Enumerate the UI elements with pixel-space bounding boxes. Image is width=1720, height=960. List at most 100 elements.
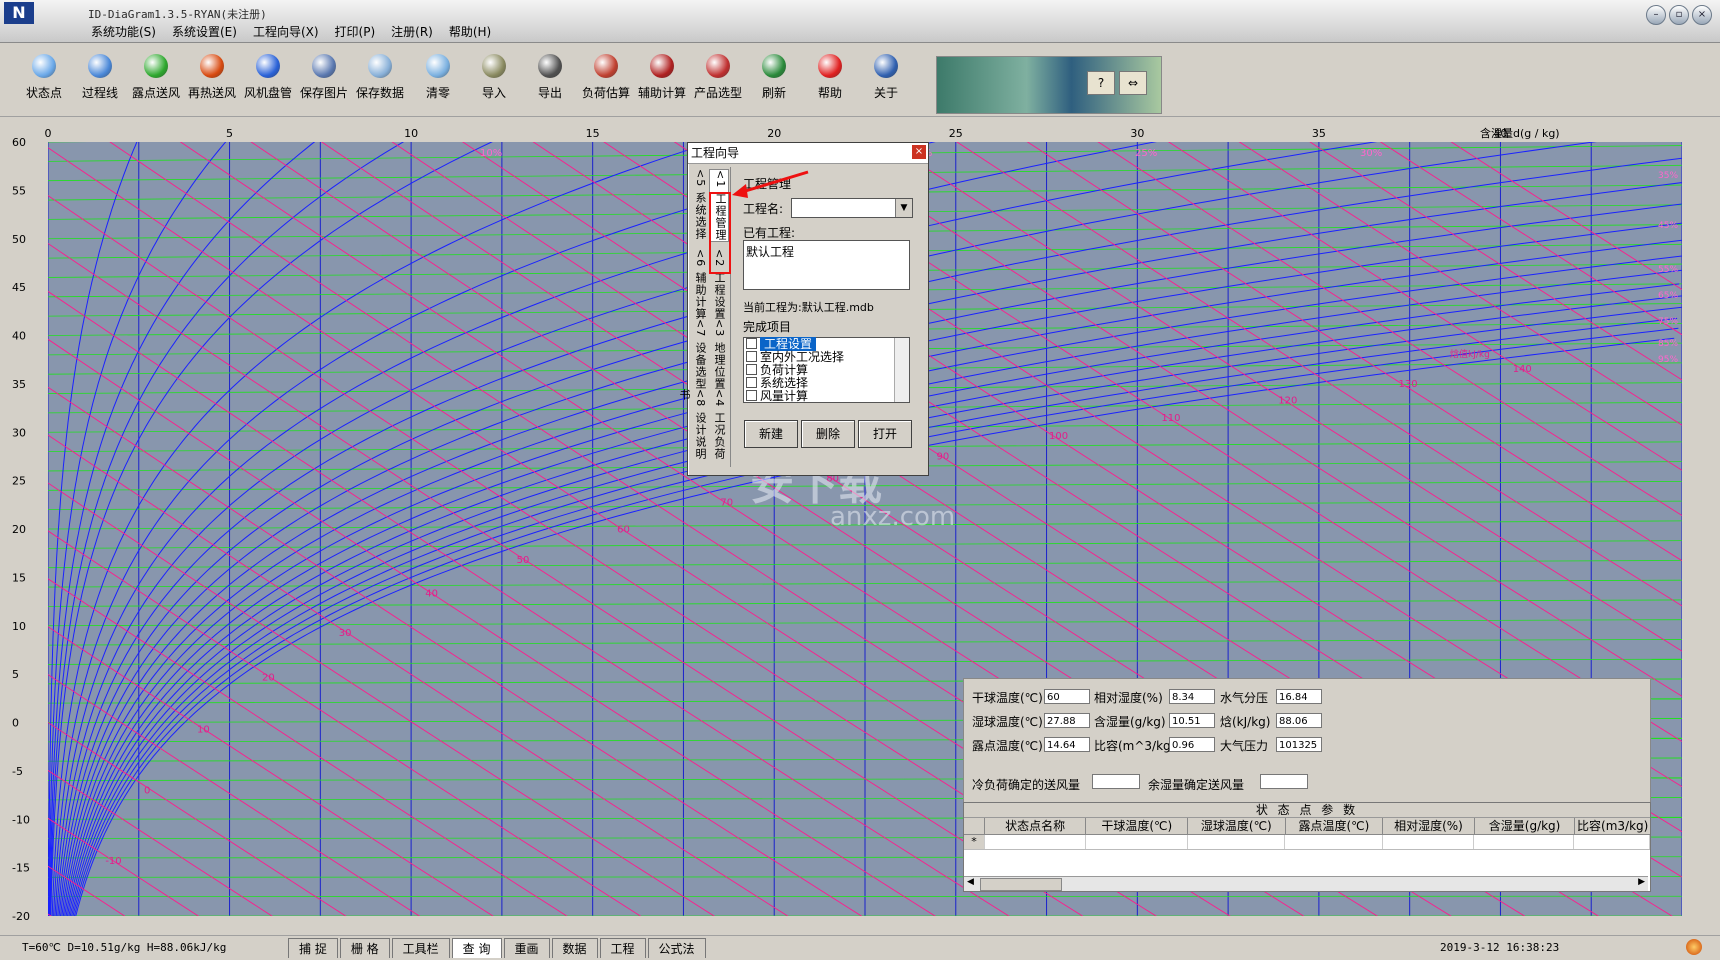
scroll-right-icon[interactable]: ▶ — [1638, 877, 1645, 887]
checkbox[interactable] — [746, 338, 757, 349]
cool-load-air-field[interactable] — [1092, 774, 1140, 789]
close-button[interactable]: × — [1692, 5, 1712, 25]
tab-formula[interactable]: 公式法 — [648, 938, 706, 958]
col-specific-volume[interactable]: 比容(m3/kg) — [1575, 818, 1650, 834]
checkbox[interactable] — [746, 364, 757, 375]
tab-grid[interactable]: 栅 格 — [340, 938, 390, 958]
state-point-table[interactable]: 状 态 点 参 数 状态点名称 干球温度(℃) 湿球温度(℃) 露点温度(℃) … — [963, 802, 1651, 892]
col-rh[interactable]: 相对湿度(%) — [1383, 818, 1475, 834]
tray-icon[interactable] — [1686, 939, 1702, 955]
existing-projects-list[interactable]: 默认工程 — [743, 240, 910, 290]
atm-pressure-field[interactable]: 101325 — [1276, 737, 1322, 752]
menu-print[interactable]: 打印(P) — [332, 23, 379, 40]
col-moisture[interactable]: 含湿量(g/kg) — [1475, 818, 1576, 834]
minimize-button[interactable]: – — [1646, 5, 1666, 25]
col-dew-point[interactable]: 露点温度(℃) — [1286, 818, 1384, 834]
x-axis-label: 含湿量d(g / kg) — [1480, 126, 1560, 140]
menu-wizard[interactable]: 工程向导(X) — [250, 23, 322, 40]
moist-air-field[interactable] — [1260, 774, 1308, 789]
refresh-icon — [762, 54, 786, 78]
toolbar-button-save-data[interactable]: 保存数据 — [352, 54, 408, 101]
table-row[interactable]: * — [964, 835, 1650, 850]
y-tick-label: -15 — [12, 862, 30, 875]
app-logo-icon[interactable]: N — [4, 2, 34, 24]
menu-system[interactable]: 系统功能(S) — [88, 23, 159, 40]
enthalpy-label: -10 — [105, 856, 121, 867]
list-item[interactable]: 风量计算 — [744, 390, 909, 403]
tab-snap[interactable]: 捕 捉 — [288, 938, 338, 958]
enthalpy-axis-label: 焓值kJ/kg — [1450, 348, 1490, 360]
tab-redraw[interactable]: 重画 — [504, 938, 550, 958]
dialog-title-bar: 工程向导 × — [688, 143, 928, 164]
moisture-field[interactable]: 10.51 — [1169, 713, 1215, 728]
enthalpy-label: 130 — [1399, 379, 1418, 390]
tab-toolbar[interactable]: 工具栏 — [392, 938, 450, 958]
enthalpy-label: 50 — [517, 555, 530, 566]
wet-bulb-field[interactable]: 27.88 — [1044, 713, 1090, 728]
toolbar-button-load-estimate[interactable]: 负荷估算 — [578, 54, 634, 101]
tab-project[interactable]: 工程 — [600, 938, 646, 958]
tab-aux-calc[interactable]: <6 辅助计算 — [690, 249, 708, 320]
help-icon — [818, 54, 842, 78]
restore-button[interactable]: ▫ — [1669, 5, 1689, 25]
menu-settings[interactable]: 系统设置(E) — [169, 23, 240, 40]
aux-calc-icon — [650, 54, 674, 78]
enthalpy-field[interactable]: 88.06 — [1276, 713, 1322, 728]
checkbox[interactable] — [746, 390, 757, 401]
dry-bulb-line — [48, 126, 1682, 142]
toolbar-button-process-line[interactable]: 过程线 — [72, 54, 128, 101]
tab-equipment-select[interactable]: <7 设备选型 — [690, 319, 708, 390]
tab-query[interactable]: 查 询 — [452, 938, 502, 958]
toolbar-button-reheat[interactable]: 再热送风 — [184, 54, 240, 101]
checkbox[interactable] — [746, 351, 757, 362]
toolbar-button-about[interactable]: 关于 — [858, 54, 914, 101]
toolbar-button-label: 产品选型 — [694, 86, 742, 100]
toolbar-button-aux-calc[interactable]: 辅助计算 — [634, 54, 690, 101]
list-scrollbar[interactable] — [894, 338, 909, 402]
dew-point-field[interactable]: 14.64 — [1044, 737, 1090, 752]
checkbox[interactable] — [746, 377, 757, 388]
dialog-close-button[interactable]: × — [912, 145, 926, 159]
scroll-thumb[interactable] — [980, 878, 1062, 891]
table-hscrollbar[interactable]: ◀ ▶ — [964, 876, 1648, 891]
toolbar-button-clear[interactable]: 清零 — [410, 54, 466, 101]
vapor-pressure-label: 水气分压 — [1220, 689, 1268, 706]
completed-items-list[interactable]: 工程设置 室内外工况选择 负荷计算 系统选择 风量计算 — [743, 337, 910, 403]
tab-design-doc[interactable]: <8 设计说明书 — [690, 389, 708, 467]
dry-bulb-field[interactable]: 60 — [1044, 689, 1090, 704]
open-project-button[interactable]: 打开 — [858, 420, 912, 448]
tab-data[interactable]: 数据 — [552, 938, 598, 958]
delete-project-button[interactable]: 删除 — [801, 420, 855, 448]
list-item[interactable]: 默认工程 — [746, 243, 907, 260]
new-project-button[interactable]: 新建 — [744, 420, 798, 448]
col-name[interactable]: 状态点名称 — [985, 818, 1087, 834]
col-dry-bulb[interactable]: 干球温度(℃) — [1086, 818, 1188, 834]
specific-volume-field[interactable]: 0.96 — [1169, 737, 1215, 752]
toolbar-button-refresh[interactable]: 刷新 — [746, 54, 802, 101]
enthalpy-label: 70 — [720, 498, 733, 509]
toolbar-button-export[interactable]: 导出 — [522, 54, 578, 101]
moist-air-label: 余湿量确定送风量 — [1148, 776, 1244, 793]
toolbar-button-state-point[interactable]: 状态点 — [16, 54, 72, 101]
menu-bar: 系统功能(S) 系统设置(E) 工程向导(X) 打印(P) 注册(R) 帮助(H… — [88, 23, 494, 40]
toolbar-button-save-image[interactable]: 保存图片 — [296, 54, 352, 101]
vapor-pressure-field[interactable]: 16.84 — [1276, 689, 1322, 704]
tab-system-select[interactable]: <5 系统选择 — [690, 169, 708, 240]
toolbar-button-product-select[interactable]: 产品选型 — [690, 54, 746, 101]
y-tick-label: -5 — [12, 765, 23, 778]
col-wet-bulb[interactable]: 湿球温度(℃) — [1188, 818, 1286, 834]
tab-load-condition[interactable]: <4 工况负荷 — [709, 389, 727, 460]
toolbar-button-dew-point[interactable]: 露点送风 — [128, 54, 184, 101]
rh-field[interactable]: 8.34 — [1169, 689, 1215, 704]
fan-coil-icon — [256, 54, 280, 78]
menu-register[interactable]: 注册(R) — [388, 23, 436, 40]
scroll-left-icon[interactable]: ◀ — [967, 877, 974, 887]
menu-help[interactable]: 帮助(H) — [446, 23, 494, 40]
tab-location[interactable]: <3 地理位置 — [709, 319, 727, 390]
toolbar-button-help[interactable]: 帮助 — [802, 54, 858, 101]
toolbar-button-label: 清零 — [426, 86, 450, 100]
y-tick-label: 5 — [12, 668, 19, 681]
toolbar-button-fan-coil[interactable]: 风机盘管 — [240, 54, 296, 101]
chevron-down-icon[interactable]: ▼ — [895, 199, 912, 217]
toolbar-button-import[interactable]: 导入 — [466, 54, 522, 101]
